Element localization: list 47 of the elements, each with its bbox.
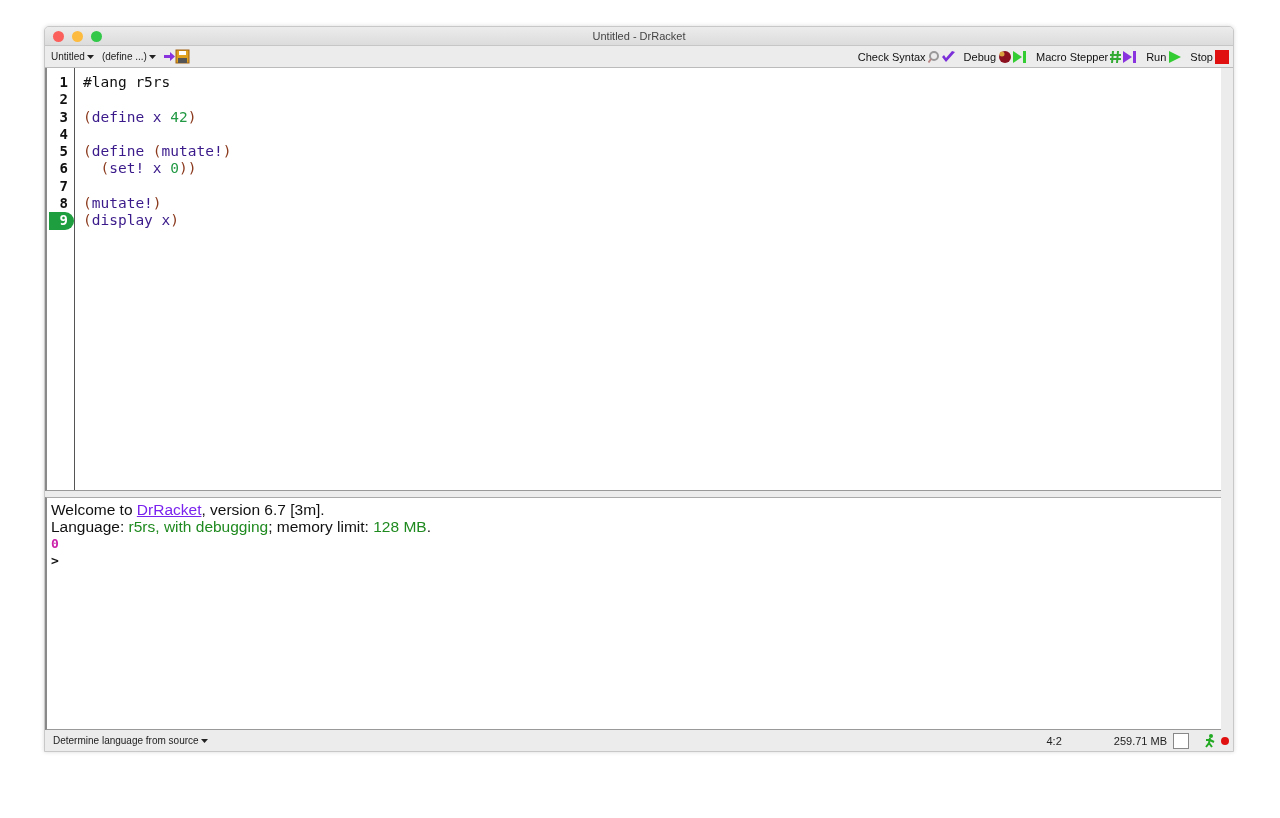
code-line: (set! x 0)) [99,160,198,178]
save-button[interactable] [163,49,190,64]
code-line: (define (mutate!) [83,143,232,161]
walking-figure-icon [1205,733,1215,748]
line-number: 2 [58,91,69,109]
stop-icon [1215,49,1229,64]
language-menu[interactable]: Determine language from source [53,735,208,746]
output-value: 0 [51,535,60,552]
line-number: 5 [58,143,69,161]
check-syntax-button[interactable]: Check Syntax [857,49,956,64]
caret-icon [200,738,208,743]
zoom-button[interactable] [91,30,102,42]
close-button[interactable] [53,30,64,42]
status-dot [1221,736,1229,745]
code-line: #lang r5rs [83,74,172,92]
file-menu[interactable]: Untitled [51,51,94,62]
repl-prompt: > [51,552,60,569]
run-button[interactable]: Run [1146,49,1183,64]
bug-play-icon [998,49,1028,64]
line-number: 4 [58,125,69,144]
code-line: (define x 42) [83,108,198,126]
welcome-message: Welcome to DrRacket, version 6.7 [3m]. [51,501,326,518]
minimize-button[interactable] [72,30,83,42]
debug-button[interactable]: Debug [963,49,1028,64]
code-line: (display x) [83,212,181,230]
line-number: 8 [58,195,69,213]
line-number: 7 [58,177,69,196]
window-title: Untitled - DrRacket [592,30,686,42]
code-line: (mutate!) [83,195,163,213]
macro-stepper-button[interactable]: Macro Stepper [1036,49,1139,64]
arrow-floppy-icon [163,49,190,64]
drracket-link[interactable]: DrRacket [136,501,202,518]
magnifier-check-icon [927,49,956,64]
cursor-position: 4:2 [1046,734,1062,747]
stop-button[interactable]: Stop [1190,49,1229,64]
hash-play-icon [1110,49,1139,64]
memory-usage: 259.71 MB [1113,734,1167,747]
play-icon [1168,49,1183,64]
line-number: 1 [58,74,69,92]
caret-icon [86,54,94,59]
welcome-message: Language: r5rs, with debugging; memory limit: 128 MB. [51,518,432,535]
definitions-menu[interactable]: (define ...) [101,51,156,62]
caret-icon [148,54,156,59]
line-number: 9 [49,212,74,230]
gc-indicator [1173,732,1189,749]
line-number: 6 [58,160,69,178]
line-number: 3 [58,108,69,126]
